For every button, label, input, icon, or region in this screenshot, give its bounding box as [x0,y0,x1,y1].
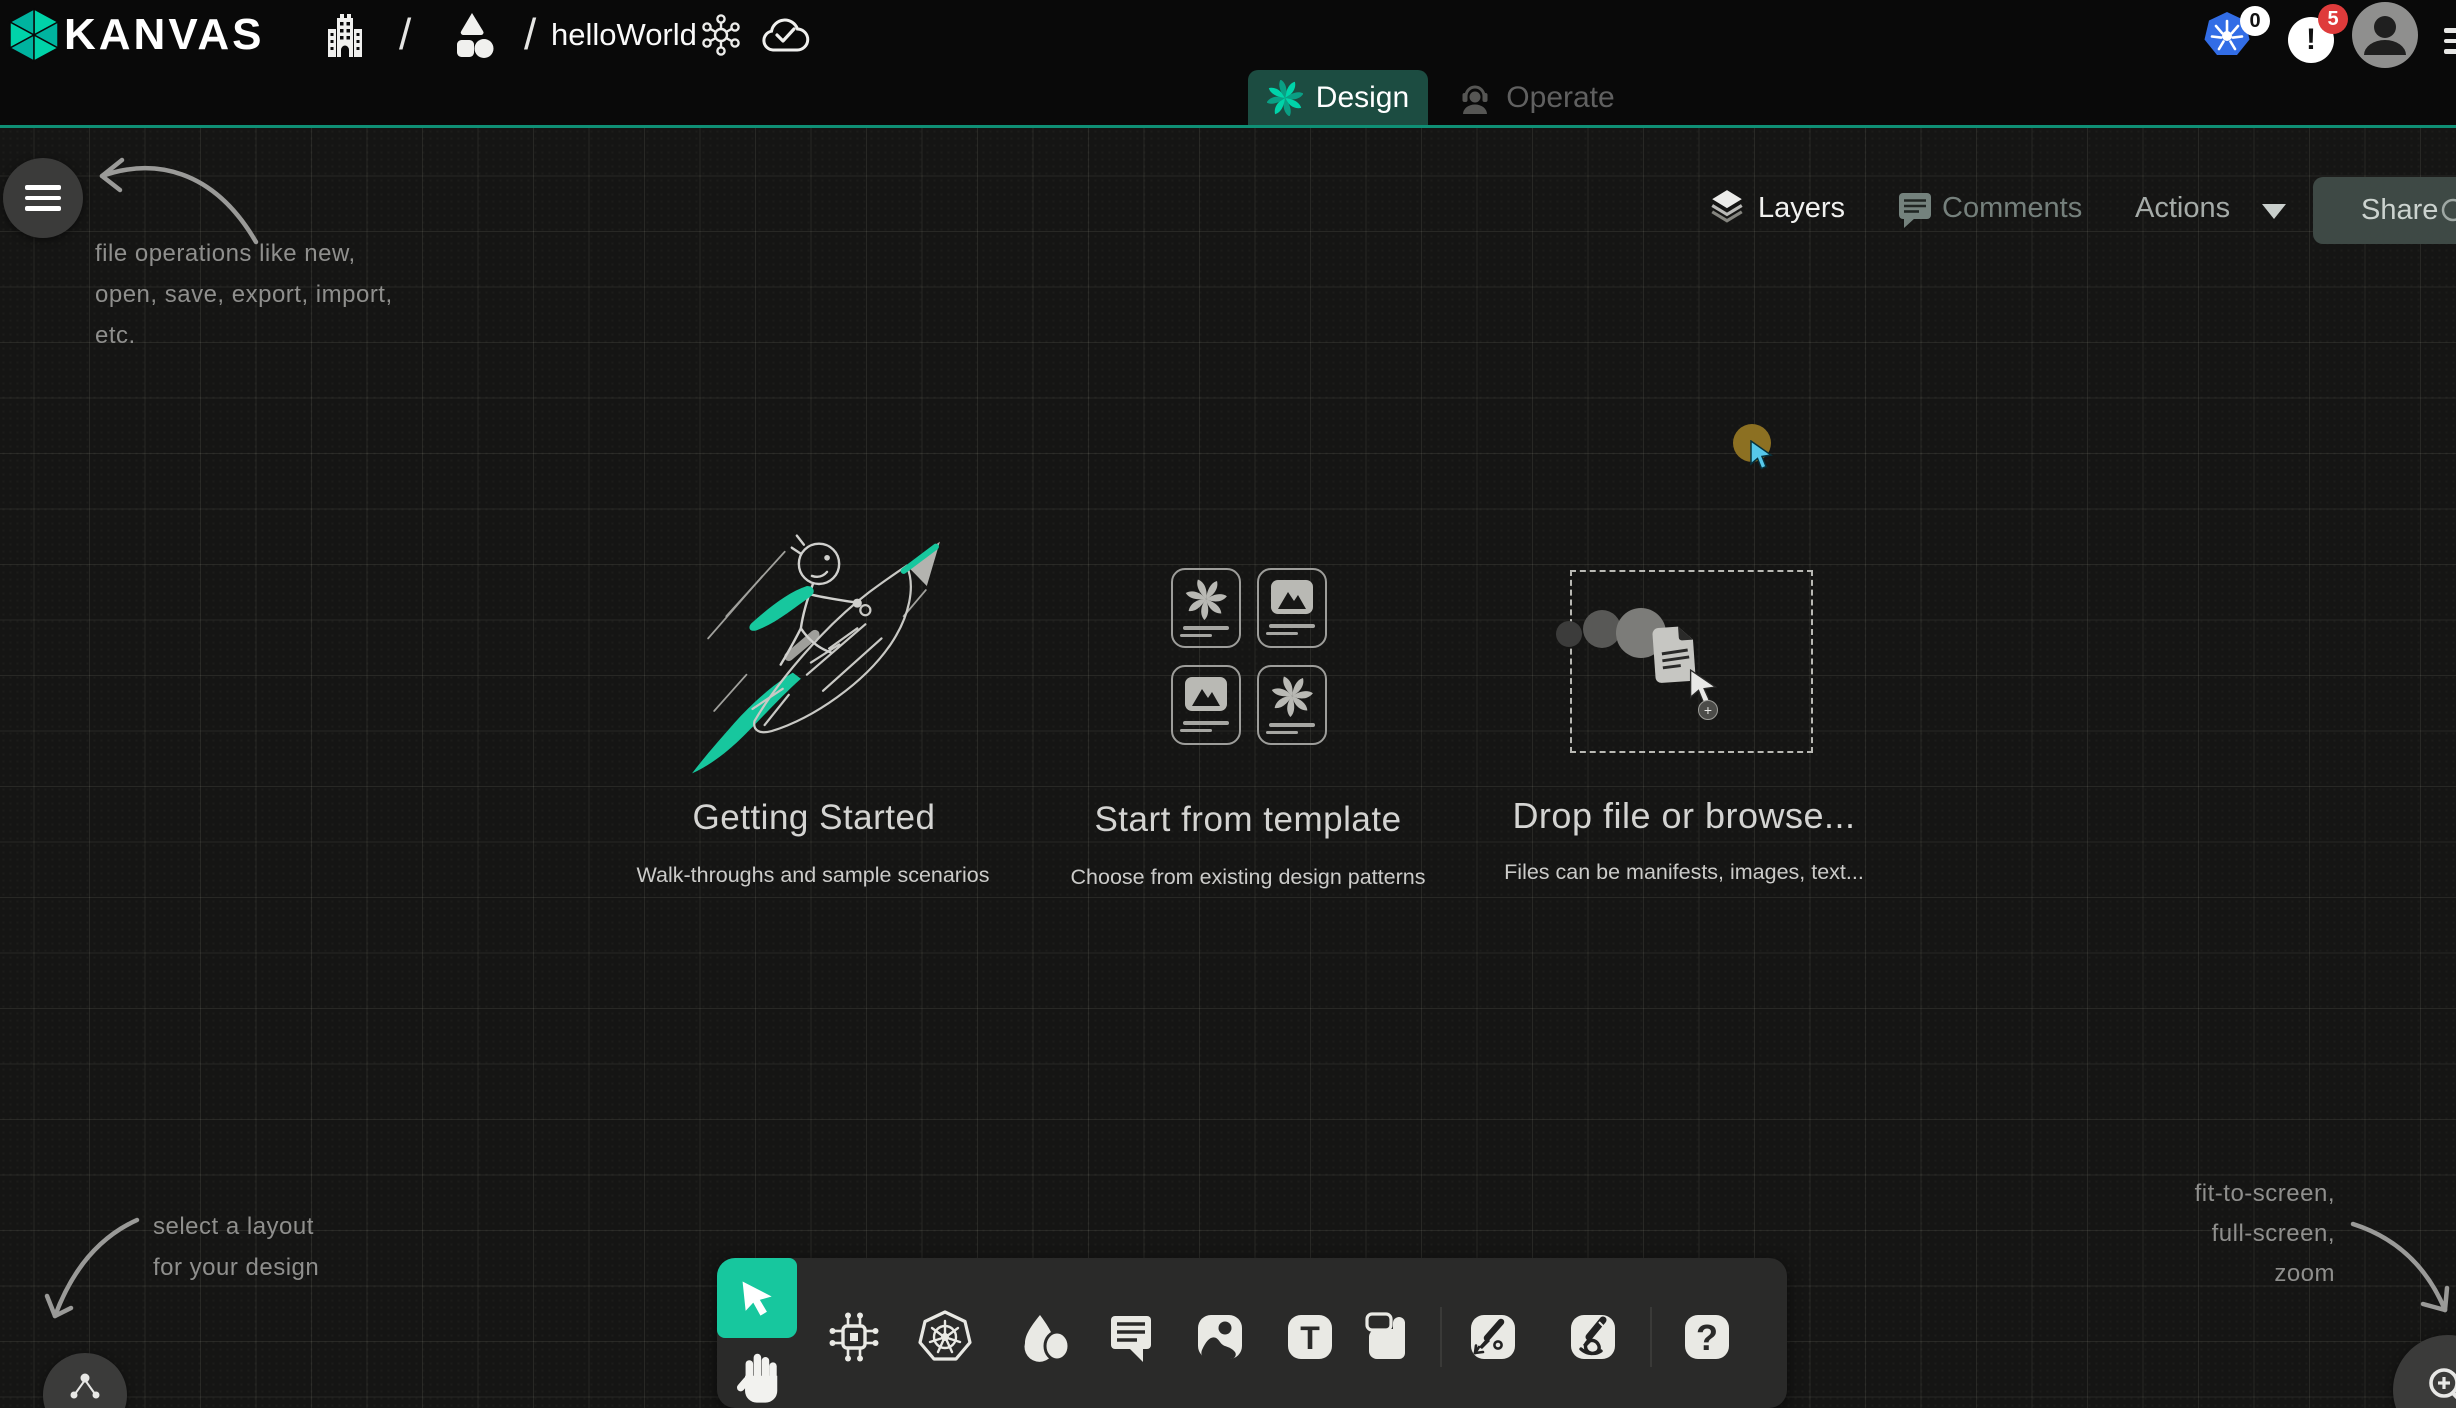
text-tool-icon: T [1282,1309,1338,1365]
pattern-spiral-icon [1271,675,1313,717]
tool-note[interactable] [1360,1309,1416,1365]
edge-menu-icon[interactable] [2444,28,2456,60]
logo-text[interactable]: KANVAS [64,0,265,70]
annotation-arrow-view [2345,1212,2456,1327]
user-avatar[interactable] [2352,2,2418,68]
image-tool-icon [1192,1309,1248,1365]
template-tile-image-2[interactable] [1171,665,1241,745]
share-visibility-icon [2440,197,2456,223]
annotation-view-controls: fit-to-screen, full-screen, zoom [2085,1174,2335,1294]
notification-count-badge: 5 [2318,4,2348,34]
cursor-select-icon [737,1276,777,1320]
kanvas-logo-icon[interactable] [8,8,60,62]
template-title: Start from template [1073,800,1423,840]
help-icon: ? [1679,1309,1735,1365]
layers-button[interactable]: Layers [1758,192,1845,225]
template-thumbnails [1171,568,1327,745]
actions-button[interactable]: Actions [2135,192,2230,225]
image-thumb-icon [1269,578,1315,616]
kubernetes-count-badge: 0 [2240,6,2270,36]
main-menu-button[interactable] [3,158,83,238]
template-tile-pattern[interactable] [1171,568,1241,648]
kubernetes-context-button[interactable]: 0 [2202,10,2282,62]
operate-icon [1457,80,1493,116]
drop-title: Drop file or browse... [1509,795,1859,837]
drop-cursor-icon [1688,669,1718,705]
annotation-file-operations: file operations like new, open, save, ex… [95,233,393,356]
tab-design-label: Design [1316,81,1409,115]
organization-icon[interactable] [322,13,368,57]
tool-help[interactable]: ? [1679,1309,1735,1365]
template-tile-image[interactable] [1257,568,1327,648]
sketch-pencil-icon [1565,1309,1621,1365]
cloud-sync-icon[interactable] [760,16,810,54]
tool-kubernetes[interactable] [917,1309,973,1365]
share-button-label: Share [2361,194,2438,227]
tool-select[interactable] [717,1258,797,1338]
rocket-illustration [688,523,950,781]
card-start-from-template[interactable]: Start from template Choose from existing… [1048,540,1448,910]
image-thumb-icon [1183,675,1229,713]
breadcrumb-separator-2: / [524,0,536,70]
component-circuit-icon [826,1309,882,1365]
kubernetes-helm-icon [917,1309,973,1365]
environment-cluster-icon[interactable] [700,14,742,56]
tool-text[interactable]: T [1282,1309,1338,1365]
hamburger-icon [25,179,61,217]
shapes-tool-icon [1018,1309,1074,1365]
template-subtitle: Choose from existing design patterns [1048,865,1448,890]
drop-subtitle: Files can be manifests, images, text... [1484,860,1884,885]
drop-dot-small [1556,621,1582,647]
card-getting-started[interactable]: Getting Started Walk-throughs and sample… [620,510,1010,910]
tool-shapes[interactable] [1018,1309,1074,1365]
tools-dock: T [717,1258,1787,1408]
annotation-layout: select a layout for your design [153,1206,319,1288]
tab-operate-label: Operate [1506,81,1614,115]
comments-button[interactable]: Comments [1942,192,2082,225]
header-bar: KANVAS / / helloWorld [0,0,2456,125]
card-drop-file[interactable]: + Drop file or browse... Files can be ma… [1484,540,1884,910]
kanvas-app: KANVAS / / helloWorld [0,0,2456,1408]
tool-pan-hand-icon[interactable] [733,1350,785,1408]
tool-component[interactable] [826,1309,882,1365]
tool-sketch[interactable] [1565,1309,1621,1365]
layout-graph-icon [66,1369,104,1403]
tool-comment[interactable] [1103,1309,1159,1365]
avatar-icon [2352,2,2418,68]
getting-started-title: Getting Started [638,798,990,838]
tool-image[interactable] [1192,1309,1248,1365]
comment-tool-icon [1103,1309,1159,1365]
pen-tool-icon [1465,1309,1521,1365]
tab-design[interactable]: Design [1248,70,1428,125]
share-button[interactable]: Share [2313,177,2456,244]
breadcrumb-separator: / [399,0,411,70]
layers-icon [1708,188,1746,224]
comments-icon [1895,190,1935,230]
svg-text:?: ? [1696,1317,1718,1358]
toolbar-divider-2 [1650,1307,1652,1367]
zoom-in-icon [2423,1364,2456,1408]
workspace-shapes-icon[interactable] [446,11,496,59]
design-spiral-icon [1267,80,1303,116]
annotation-arrow-layout [25,1212,155,1337]
template-tile-pattern-2[interactable] [1257,665,1327,745]
add-file-plus-badge: + [1698,700,1718,720]
actions-caret-icon[interactable] [2262,204,2286,219]
tool-pen[interactable] [1465,1309,1521,1365]
note-tool-icon [1360,1309,1416,1365]
toolbar-divider [1440,1307,1442,1367]
svg-text:T: T [1300,1320,1320,1356]
pattern-spiral-icon [1185,578,1227,620]
getting-started-subtitle: Walk-throughs and sample scenarios [613,863,1013,888]
tab-operate[interactable]: Operate [1449,70,1623,125]
drop-zone[interactable]: + [1570,570,1813,753]
breadcrumb-project-name[interactable]: helloWorld [551,0,697,70]
collaborator-cursor-icon [1749,440,1775,470]
